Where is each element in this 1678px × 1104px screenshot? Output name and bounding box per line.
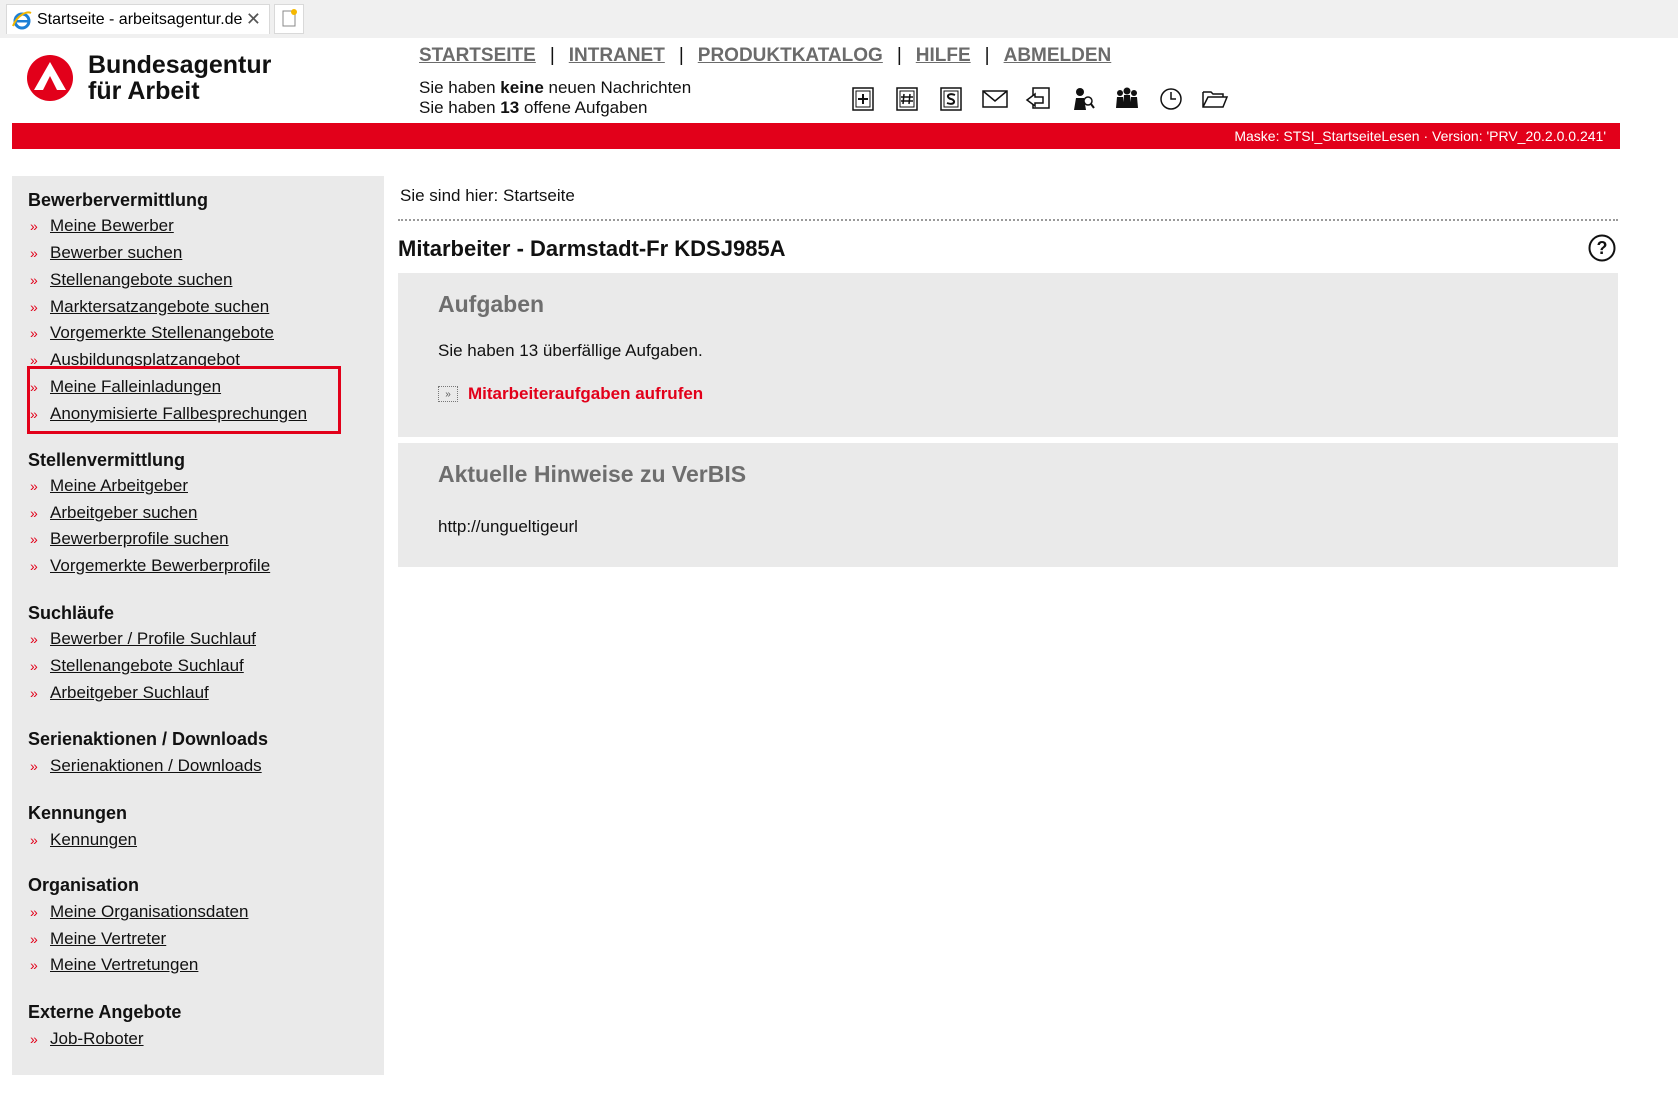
sidebar: Bewerbervermittlung » Meine Bewerber » Bew… (12, 176, 384, 1075)
sidebar-item-stellenangebote-suchen[interactable]: » Stellenangebote suchen (30, 270, 232, 290)
tasks-status: Sie haben 13 offene Aufgaben (419, 98, 648, 117)
notices-text: http://ungueltigeurl (438, 517, 578, 536)
divider (398, 219, 1618, 221)
clock-icon[interactable] (1156, 84, 1186, 114)
sidebar-item-meine-arbeitgeber[interactable]: » Meine Arbeitgeber (30, 476, 188, 496)
toolbar (848, 84, 1230, 114)
tasks-text: Sie haben 13 überfällige Aufgaben. (438, 341, 703, 360)
close-tab-icon[interactable]: ✕ (246, 9, 261, 30)
tasks-panel: Aufgaben Sie haben 13 überfällige Aufgab… (398, 273, 1618, 437)
status-bar: Maske: STSI_StartseiteLesen · Version: '… (12, 123, 1620, 149)
chevron-right-icon: » (30, 299, 38, 315)
top-navigation: STARTSEITE | INTRANET | PRODUKTKATALOG |… (419, 45, 1111, 67)
highlight-box (27, 366, 341, 434)
sidebar-item-vorgemerkte-stellenangebote[interactable]: » Vorgemerkte Stellenangebote (30, 323, 274, 343)
forward-document-icon[interactable] (1024, 84, 1054, 114)
group-icon[interactable] (1112, 84, 1142, 114)
sidebar-item-job-roboter[interactable]: » Job-Roboter (30, 1029, 144, 1049)
sidebar-item-arbeitgeber-suchlauf[interactable]: » Arbeitgeber Suchlauf (30, 683, 209, 703)
chevron-right-icon: » (30, 832, 38, 848)
employee-tasks-link[interactable]: » Mitarbeiteraufgaben aufrufen (438, 384, 703, 404)
nav-separator: | (678, 45, 684, 66)
link-arrow-icon: » (438, 386, 458, 402)
sidebar-section-externe-angebote: Externe Angebote (28, 1002, 182, 1022)
internet-explorer-icon (11, 9, 33, 31)
messages-status: Sie haben keine neuen Nachrichten (419, 78, 692, 97)
sidebar-item-kennungen[interactable]: » Kennungen (30, 830, 137, 850)
help-icon[interactable]: ? (1588, 234, 1616, 262)
chevron-right-icon: » (30, 245, 38, 261)
nav-startseite[interactable]: STARTSEITE (419, 45, 536, 67)
sidebar-section-organisation: Organisation (28, 875, 140, 895)
chevron-right-icon: » (30, 957, 38, 973)
chevron-right-icon: » (30, 631, 38, 647)
chevron-right-icon: » (30, 931, 38, 947)
mask-version-text: Maske: STSI_StartseiteLesen · Version: '… (1234, 128, 1606, 144)
page-title: Mitarbeiter - Darmstadt-Fr KDSJ985A (398, 236, 786, 261)
sidebar-item-arbeitgeber-suchen[interactable]: » Arbeitgeber suchen (30, 503, 197, 523)
chevron-right-icon: » (30, 1031, 38, 1047)
tab-title: Startseite - arbeitsagentur.de (37, 10, 243, 28)
s-document-icon[interactable] (936, 84, 966, 114)
sidebar-item-meine-organisationsdaten[interactable]: » Meine Organisationsdaten (30, 902, 248, 922)
brand-line-2: für Arbeit (88, 77, 200, 105)
brand-name: Bundesagentur für Arbeit (88, 52, 271, 104)
new-tab-icon (282, 9, 297, 27)
sidebar-item-marktersatzangebote-suchen[interactable]: » Marktersatzangebote suchen (30, 297, 269, 317)
sidebar-section-kennungen: Kennungen (28, 803, 127, 823)
folder-open-icon[interactable] (1200, 84, 1230, 114)
breadcrumb: Sie sind hier: Startseite (400, 186, 575, 205)
sidebar-section-serienaktionen: Serienaktionen / Downloads (28, 729, 269, 749)
ba-logo-icon (26, 54, 74, 102)
number-document-icon[interactable] (892, 84, 922, 114)
sidebar-item-meine-bewerber[interactable]: » Meine Bewerber (30, 216, 174, 236)
nav-separator: | (896, 45, 902, 66)
nav-separator: | (549, 45, 555, 66)
nav-abmelden[interactable]: ABMELDEN (1004, 45, 1112, 67)
sidebar-item-meine-vertretungen[interactable]: » Meine Vertretungen (30, 955, 198, 975)
sidebar-item-vorgemerkte-bewerberprofile[interactable]: » Vorgemerkte Bewerberprofile (30, 556, 270, 576)
add-document-icon[interactable] (848, 84, 878, 114)
sidebar-item-bewerber-profile-suchlauf[interactable]: » Bewerber / Profile Suchlauf (30, 629, 256, 649)
chevron-right-icon: » (30, 531, 38, 547)
sidebar-item-serienaktionen-downloads[interactable]: » Serienaktionen / Downloads (30, 756, 262, 776)
sidebar-item-stellenangebote-suchlauf[interactable]: » Stellenangebote Suchlauf (30, 656, 244, 676)
nav-produktkatalog[interactable]: PRODUKTKATALOG (698, 45, 883, 67)
sidebar-item-bewerberprofile-suchen[interactable]: » Bewerberprofile suchen (30, 529, 229, 549)
chevron-right-icon: » (30, 904, 38, 920)
brand-line-1: Bundesagentur (88, 51, 272, 79)
chevron-right-icon: » (30, 218, 38, 234)
chevron-right-icon: » (30, 505, 38, 521)
notices-heading: Aktuelle Hinweise zu VerBIS (438, 461, 747, 487)
new-tab-button[interactable] (274, 4, 304, 34)
chevron-right-icon: » (30, 758, 38, 774)
notices-panel: Aktuelle Hinweise zu VerBIS http://ungue… (398, 443, 1618, 567)
chevron-right-icon: » (30, 658, 38, 674)
chevron-right-icon: » (30, 325, 38, 341)
nav-separator: | (984, 45, 990, 66)
sidebar-item-bewerber-suchen[interactable]: » Bewerber suchen (30, 243, 182, 263)
nav-intranet[interactable]: INTRANET (569, 45, 665, 67)
nav-hilfe[interactable]: HILFE (916, 45, 971, 67)
sidebar-section-bewerbervermittlung: Bewerbervermittlung (28, 190, 209, 210)
browser-tab[interactable]: Startseite - arbeitsagentur.de ✕ (6, 4, 270, 34)
chevron-right-icon: » (30, 685, 38, 701)
sidebar-section-suchlaeufe: Suchläufe (28, 603, 115, 623)
person-search-icon[interactable] (1068, 84, 1098, 114)
browser-tab-strip: Startseite - arbeitsagentur.de ✕ (0, 0, 1678, 38)
chevron-right-icon: » (30, 558, 38, 574)
svg-text:?: ? (1597, 238, 1608, 258)
chevron-right-icon: » (30, 478, 38, 494)
tasks-heading: Aufgaben (438, 291, 545, 317)
chevron-right-icon: » (30, 272, 38, 288)
sidebar-section-stellenvermittlung: Stellenvermittlung (28, 450, 186, 470)
sidebar-item-meine-vertreter[interactable]: » Meine Vertreter (30, 929, 166, 949)
mail-icon[interactable] (980, 84, 1010, 114)
